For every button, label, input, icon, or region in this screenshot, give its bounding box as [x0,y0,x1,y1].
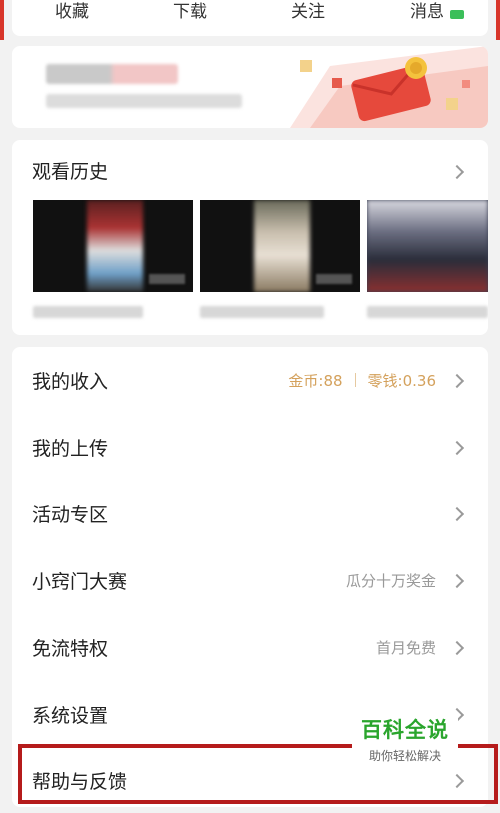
chevron-right-icon [449,373,465,389]
menu-item-free-data[interactable]: 免流特权 首月免费 [12,614,488,680]
chevron-right-icon [449,640,465,656]
chevron-right-icon [449,506,465,522]
chevron-right-icon [449,440,465,456]
watermark-subtitle: 助你轻松解决 [368,749,441,763]
watermark-logo: 百科全说 助你轻松解决 [352,710,458,763]
menu-item-hint: 首月免费 [375,639,436,657]
change-balance: 零钱:0.36 [367,372,436,390]
thumbnail-caption-blurred [200,306,324,318]
banner-title-blurred [46,64,178,84]
tab-downloads[interactable]: 下载 [173,0,207,22]
history-thumbnail[interactable] [367,200,488,292]
menu-item-tips-contest[interactable]: 小窍门大赛 瓜分十万奖金 [12,547,488,613]
tab-messages[interactable]: 消息 [410,0,444,22]
coin-balance: 金币:88 [288,372,343,390]
history-thumbnail[interactable] [33,200,193,292]
chevron-right-icon [449,573,465,589]
menu-item-label: 我的收入 [32,371,109,393]
header-edge [0,0,4,40]
menu-item-hint: 瓜分十万奖金 [345,572,436,590]
menu-item-label: 我的上传 [32,438,109,460]
menu-item-uploads[interactable]: 我的上传 [12,414,488,480]
message-badge [450,10,464,19]
tab-favorites[interactable]: 收藏 [55,0,89,22]
menu-item-label: 活动专区 [32,504,109,526]
chevron-right-icon[interactable] [449,164,465,180]
menu-item-label: 免流特权 [32,638,109,660]
thumbnail-caption-blurred [367,306,488,318]
watermark-title: 百科全说 [361,718,449,742]
income-summary: 金币:88 零钱:0.36 [288,370,436,391]
duration-label-blurred [149,274,185,284]
duration-label-blurred [316,274,352,284]
history-title: 观看历史 [32,161,109,183]
menu-item-events[interactable]: 活动专区 [12,480,488,546]
thumbnail-caption-blurred [33,306,143,318]
tab-following[interactable]: 关注 [291,0,325,22]
top-tab-strip: 收藏 下载 关注 消息 [0,0,500,40]
promo-banner[interactable] [12,46,488,128]
history-thumbnail[interactable] [200,200,360,292]
banner-subtitle-blurred [46,94,242,108]
header-edge [496,0,500,40]
menu-item-label: 系统设置 [32,705,109,727]
red-envelope-icon [290,46,488,128]
watch-history-card: 观看历史 [12,140,488,335]
menu-item-label: 小窍门大赛 [32,571,128,593]
shortcut-card: 收藏 下载 关注 消息 [12,0,488,36]
menu-item-income[interactable]: 我的收入 金币:88 零钱:0.36 [12,347,488,413]
